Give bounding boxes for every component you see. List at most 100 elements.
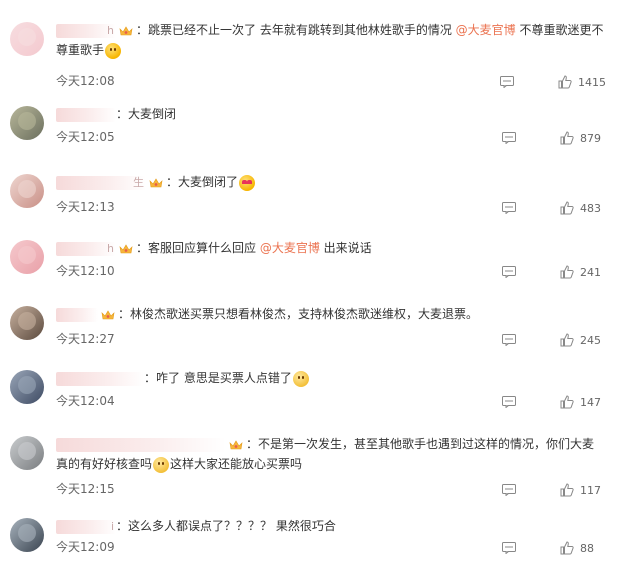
fan-crown-icon	[119, 243, 133, 253]
separator: ：	[136, 23, 149, 37]
mention-link[interactable]: @大麦官博	[456, 23, 516, 37]
username[interactable]: h	[56, 23, 116, 38]
avatar-blur	[18, 28, 36, 46]
like-icon[interactable]	[560, 333, 574, 347]
reply-icon[interactable]	[502, 396, 516, 408]
fan-crown-icon	[149, 177, 163, 187]
emoji-heart-icon	[239, 174, 256, 191]
username-visible-char: i	[110, 519, 114, 533]
like-icon[interactable]	[560, 483, 574, 497]
emoji-think-icon	[153, 456, 170, 473]
username[interactable]	[56, 371, 144, 386]
avatar-blur	[18, 246, 36, 264]
avatar[interactable]	[10, 22, 44, 56]
username-visible-char: h	[107, 23, 114, 37]
comment-time: 今天12:27	[56, 332, 115, 346]
comment-time: 今天12:08	[56, 74, 115, 88]
separator: ：	[116, 107, 129, 121]
reply-icon[interactable]	[502, 266, 516, 278]
like-icon[interactable]	[560, 265, 574, 279]
reply-icon[interactable]	[502, 202, 516, 214]
comment-text: i ：这么多人都误点了？？？？ 果然很巧合	[56, 516, 606, 536]
avatar[interactable]	[10, 240, 44, 274]
comment-item: h ：客服回应算什么回应 @大麦官博 出来说话 今天12:10 241	[0, 232, 620, 292]
fan-crown-icon	[101, 309, 115, 319]
reply-icon[interactable]	[502, 132, 516, 144]
username-visible-char: 生	[133, 175, 144, 189]
username[interactable]: i	[56, 519, 116, 534]
separator: ：	[144, 371, 157, 385]
comment-item: ：咋了 意思是买票人点错了 今天12:04 147	[0, 360, 620, 420]
comment-body-text: 大麦倒闭了	[178, 175, 239, 189]
username-visible-char: h	[107, 241, 114, 255]
like-count: 879	[580, 131, 601, 145]
emoji-shy-icon	[105, 42, 122, 59]
like-icon[interactable]	[560, 541, 574, 555]
like-icon[interactable]	[560, 131, 574, 145]
separator: ：	[246, 437, 259, 451]
like-count: 117	[580, 483, 601, 497]
comment-text: h ：客服回应算什么回应 @大麦官博 出来说话	[56, 238, 606, 258]
comment-actions: 88	[502, 540, 606, 556]
mention-link[interactable]: @大麦官博	[260, 241, 320, 255]
username[interactable]	[56, 307, 98, 322]
like-count: 147	[580, 395, 601, 409]
comment-text: ：大麦倒闭	[56, 104, 606, 124]
like-icon[interactable]	[558, 75, 572, 89]
reply-icon[interactable]	[502, 334, 516, 346]
comment-time: 今天12:05	[56, 130, 115, 144]
comment-time: 今天12:10	[56, 264, 115, 278]
avatar[interactable]	[10, 306, 44, 340]
like-icon[interactable]	[560, 395, 574, 409]
like-icon[interactable]	[560, 201, 574, 215]
fan-crown-icon	[229, 439, 243, 449]
like-count: 483	[580, 201, 601, 215]
comment-item: 生 ：大麦倒闭了 今天12:13 483	[0, 166, 620, 226]
like-count: 241	[580, 265, 601, 279]
comment-body-text: 林俊杰歌迷买票只想看林俊杰，支持林俊杰歌迷维权，大麦退票。	[130, 307, 479, 321]
separator: ：	[166, 175, 179, 189]
comment-item: ：林俊杰歌迷买票只想看林俊杰，支持林俊杰歌迷维权，大麦退票。 今天12:27 2…	[0, 296, 620, 356]
separator: ：	[136, 241, 149, 255]
avatar-blur	[18, 376, 36, 394]
separator: ：	[116, 519, 129, 533]
comment-text: ：咋了 意思是买票人点错了	[56, 368, 606, 388]
avatar-blur	[18, 312, 36, 330]
comment-text: 生 ：大麦倒闭了	[56, 172, 606, 192]
comment-text: ：林俊杰歌迷买票只想看林俊杰，支持林俊杰歌迷维权，大麦退票。	[56, 304, 606, 324]
username[interactable]	[56, 107, 116, 122]
avatar[interactable]	[10, 518, 44, 552]
comment-time: 今天12:15	[56, 482, 115, 496]
username[interactable]: 生	[56, 175, 146, 190]
comment-actions: 483	[502, 200, 606, 216]
comment-time: 今天12:09	[56, 540, 115, 554]
comment-time: 今天12:13	[56, 200, 115, 214]
separator: ：	[118, 307, 131, 321]
reply-icon[interactable]	[502, 542, 516, 554]
username[interactable]: h	[56, 241, 116, 256]
avatar-blur	[18, 524, 36, 542]
avatar[interactable]	[10, 370, 44, 404]
comment-item: h ：跳票已经不止一次了 去年就有跳转到其他林姓歌手的情况 @大麦官博 不尊重歌迷…	[0, 12, 620, 89]
avatar[interactable]	[10, 436, 44, 470]
comment-text: ：不是第一次发生，甚至其他歌手也遇到过这样的情况，你们大麦真的有好好核查吗 这样大…	[56, 434, 606, 474]
like-count: 245	[580, 333, 601, 347]
avatar-blur	[18, 442, 36, 460]
comment-body-text: 出来说话	[319, 241, 372, 255]
avatar[interactable]	[10, 174, 44, 208]
comment-body-text: 咋了 意思是买票人点错了	[156, 371, 292, 385]
reply-icon[interactable]	[502, 484, 516, 496]
username[interactable]	[56, 437, 226, 452]
comment-body-text: 大麦倒闭	[128, 107, 177, 121]
avatar[interactable]	[10, 106, 44, 140]
comment-actions: 879	[502, 130, 606, 146]
comment-item: ：大麦倒闭 今天12:05 879	[0, 100, 620, 160]
comment-body-text: 客服回应算什么回应	[148, 241, 260, 255]
comment-body-text: 跳票已经不止一次了 去年就有跳转到其他林姓歌手的情况	[148, 23, 456, 37]
comment-actions: 241	[502, 264, 606, 280]
comment-actions: 1415	[500, 74, 606, 90]
emoji-think-icon	[292, 370, 309, 387]
avatar-blur	[18, 112, 36, 130]
reply-icon[interactable]	[500, 76, 514, 88]
comment-actions: 147	[502, 394, 606, 410]
